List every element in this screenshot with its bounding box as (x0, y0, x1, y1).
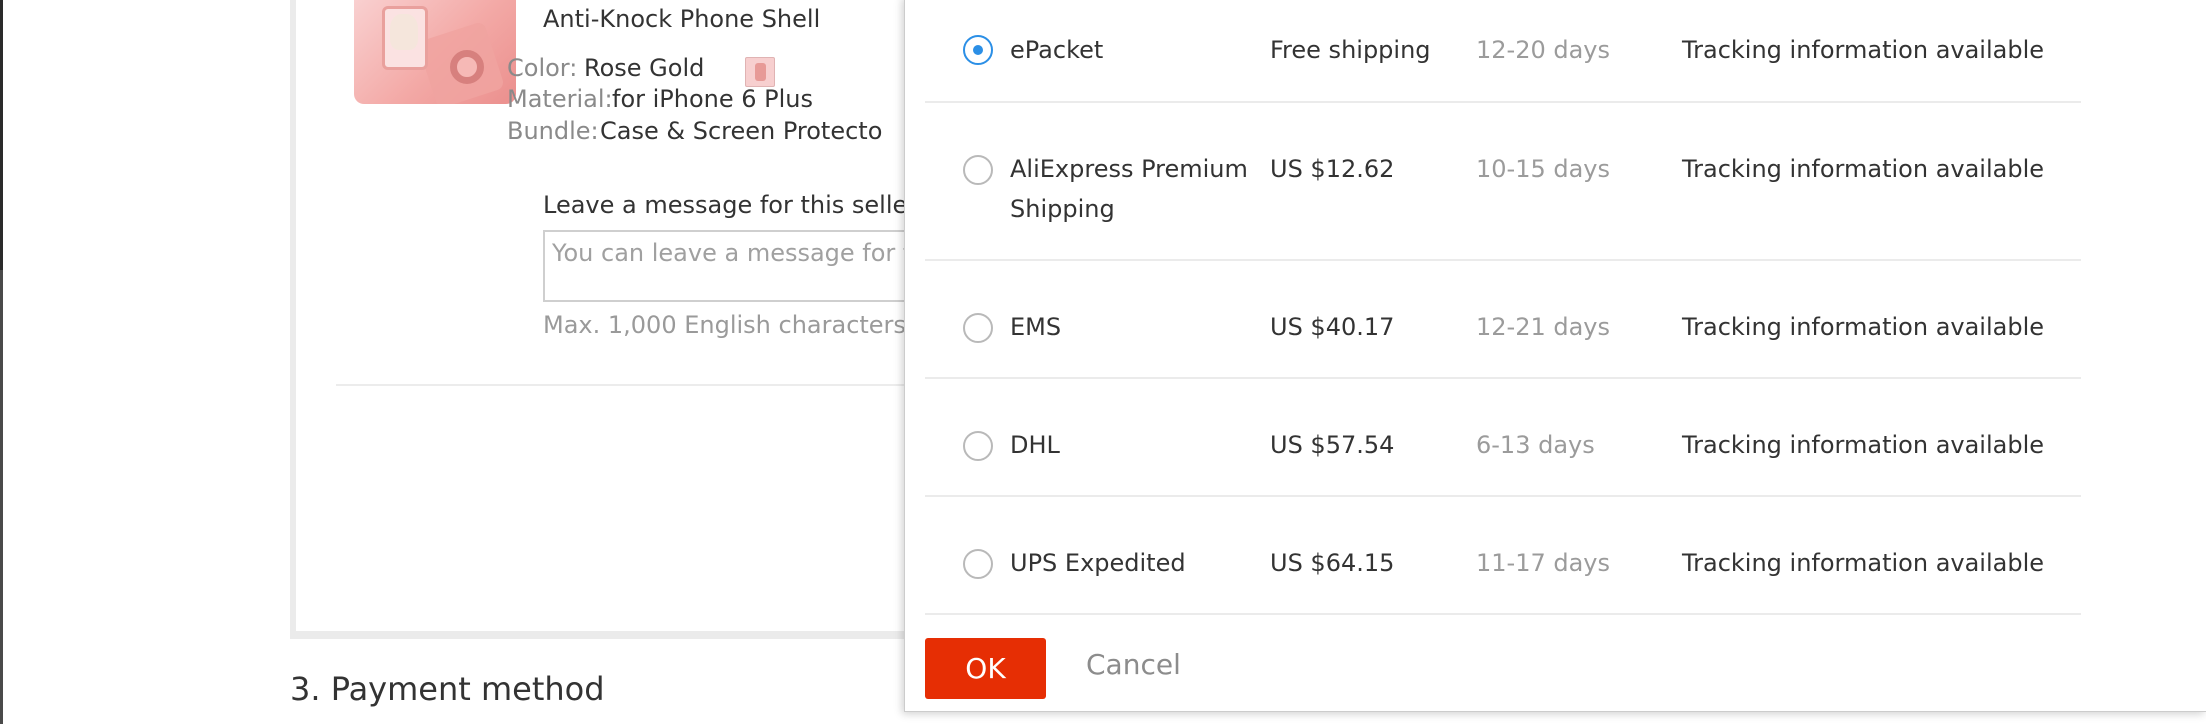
radio-unselected-icon[interactable] (963, 313, 993, 343)
shipping-carrier-aliexpress-premium-line2: Shipping (1010, 195, 1115, 223)
shipping-carrier-ups-expedited: UPS Expedited (1010, 549, 1186, 577)
shipping-time-aliexpress-premium: 10-15 days (1476, 155, 1611, 183)
seller-message-hint: Max. 1,000 English characters or (543, 311, 939, 339)
shipping-cost-aliexpress-premium: US $12.62 (1270, 155, 1395, 183)
shipping-carrier-epacket: ePacket (1010, 36, 1104, 64)
product-title[interactable]: Anti-Knock Phone Shell (543, 5, 820, 33)
radio-unselected-icon[interactable] (963, 155, 993, 185)
shipping-tracking-ups-expedited: Tracking information available (1682, 549, 2045, 577)
shipping-cost-dhl: US $57.54 (1270, 431, 1395, 459)
shipping-carrier-ems: EMS (1010, 313, 1062, 341)
spec-material-value: for iPhone 6 Plus (612, 85, 814, 113)
rose-gold-swatch-icon (745, 57, 775, 87)
shipping-carrier-aliexpress-premium: AliExpress Premium (1010, 155, 1248, 183)
shipping-carrier-dhl: DHL (1010, 431, 1060, 459)
spec-color-label: Color: (507, 54, 578, 82)
radio-unselected-icon[interactable] (963, 549, 993, 579)
shipping-time-ems: 12-21 days (1476, 313, 1611, 341)
spec-color-value: Rose Gold (584, 54, 705, 82)
shipping-tracking-epacket: Tracking information available (1682, 36, 2045, 64)
shipping-tracking-aliexpress-premium: Tracking information available (1682, 155, 2045, 183)
shipping-cost-ups-expedited: US $64.15 (1270, 549, 1395, 577)
spec-bundle-label: Bundle: (507, 117, 599, 145)
shipping-time-dhl: 6-13 days (1476, 431, 1595, 459)
radio-selected-icon[interactable] (963, 35, 993, 65)
shipping-tracking-ems: Tracking information available (1682, 313, 2045, 341)
product-image-ring (450, 50, 484, 84)
shipping-time-epacket: 12-20 days (1476, 36, 1611, 64)
shipping-tracking-dhl: Tracking information available (1682, 431, 2045, 459)
spec-bundle-value: Case & Screen Protecto (600, 117, 883, 145)
shipping-cost-epacket: Free shipping (1270, 36, 1431, 64)
radio-unselected-icon[interactable] (963, 431, 993, 461)
spec-material-label: Material: (507, 85, 613, 113)
window-edge-lower (0, 270, 3, 724)
product-image-model (390, 14, 418, 50)
ok-button[interactable]: OK (925, 638, 1046, 699)
shipping-cost-ems: US $40.17 (1270, 313, 1395, 341)
cancel-button[interactable]: Cancel (1086, 648, 1181, 681)
shipping-time-ups-expedited: 11-17 days (1476, 549, 1611, 577)
product-image[interactable] (354, 0, 516, 104)
payment-method-heading: 3. Payment method (290, 670, 605, 708)
seller-message-label: Leave a message for this seller: (543, 191, 925, 219)
